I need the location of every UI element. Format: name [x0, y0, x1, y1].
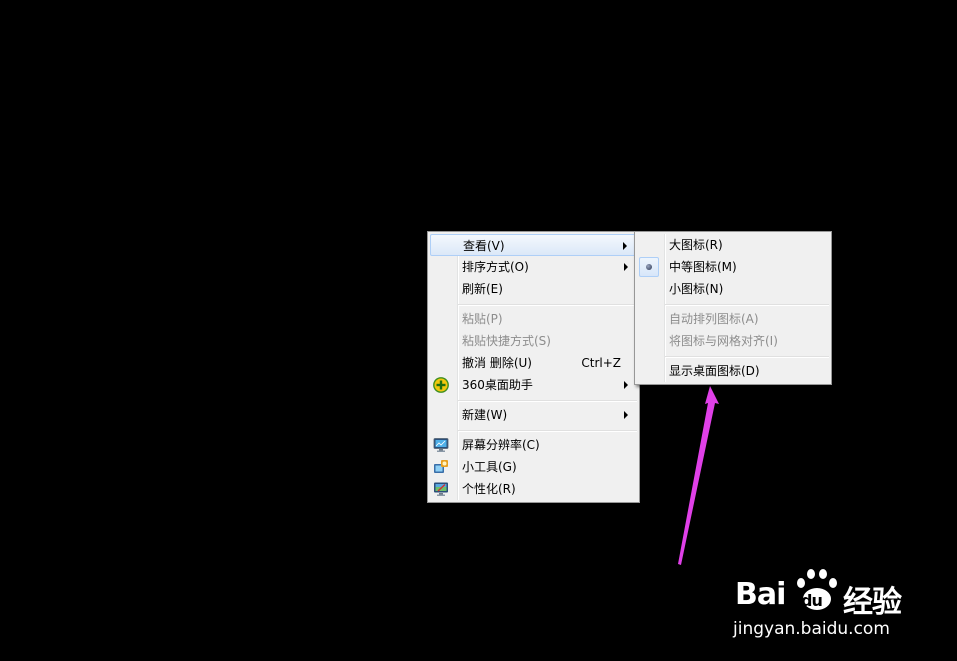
watermark-brand-left: Bai [735, 577, 786, 612]
watermark-url: jingyan.baidu.com [733, 619, 890, 639]
watermark-brand-paw: du [801, 591, 823, 610]
annotation-arrow-icon [678, 386, 719, 565]
watermark-brand-right: 经验 [843, 585, 902, 620]
baidu-jingyan-watermark: Bai du 经验 jingyan.baidu.com [733, 565, 933, 645]
